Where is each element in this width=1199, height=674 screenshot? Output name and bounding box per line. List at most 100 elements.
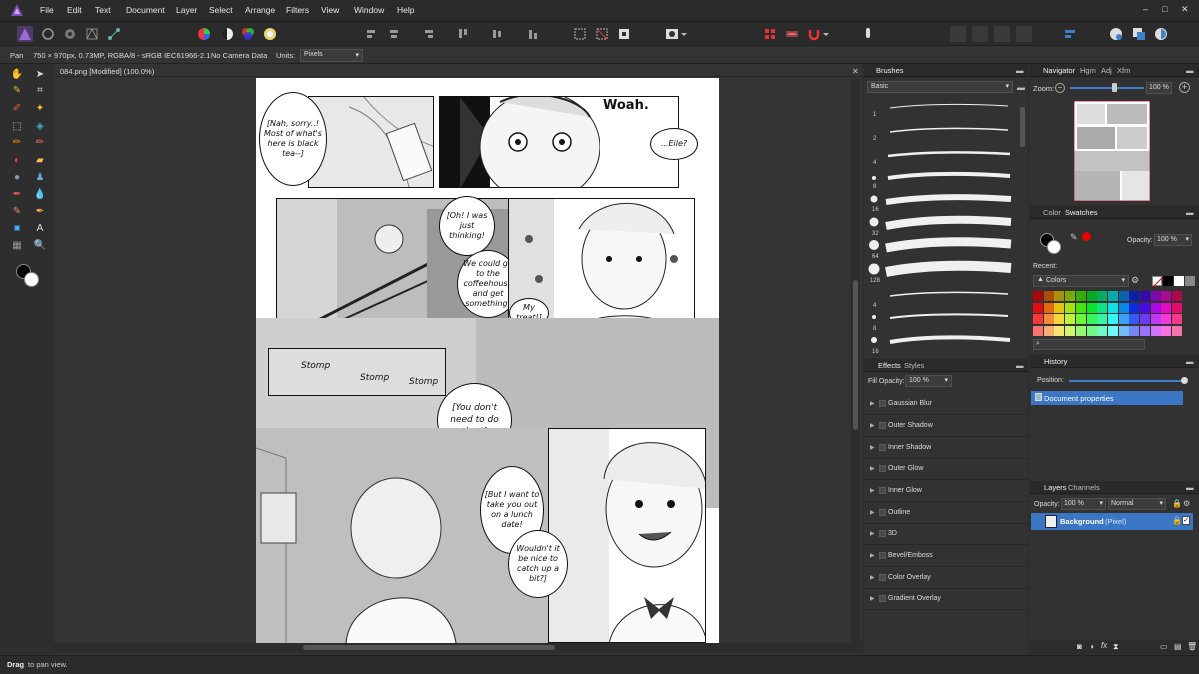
effect-checkbox[interactable] bbox=[879, 487, 886, 494]
effect-row[interactable]: ▶ Inner Shadow bbox=[864, 438, 1028, 459]
effect-row[interactable]: ▶ Bevel/Emboss bbox=[864, 546, 1028, 567]
color-swatch[interactable] bbox=[1097, 325, 1108, 336]
canvas-comic-page[interactable]: [Nah, sorry..! Most of what's here is bl… bbox=[256, 78, 719, 643]
white-swatch[interactable] bbox=[1174, 276, 1184, 286]
color-swatch[interactable] bbox=[1140, 291, 1150, 301]
hand-tool-icon[interactable]: ✋ bbox=[10, 68, 24, 82]
red-eye-tool-icon[interactable]: ✎ bbox=[10, 205, 24, 219]
effect-checkbox[interactable] bbox=[879, 530, 886, 537]
color-swatch[interactable] bbox=[1075, 291, 1086, 301]
snapping-grid-icon[interactable] bbox=[784, 26, 800, 42]
quick-mask-dropdown-icon[interactable] bbox=[680, 26, 688, 42]
align-left-icon[interactable] bbox=[364, 26, 380, 42]
color-swatch[interactable] bbox=[1172, 325, 1183, 336]
tab-color[interactable]: Color bbox=[1043, 208, 1061, 217]
panel-menu-icon[interactable]: ▬ bbox=[1016, 361, 1024, 370]
color-swatch[interactable] bbox=[1043, 325, 1054, 336]
delete-layer-icon[interactable]: 🗑 bbox=[1187, 642, 1197, 651]
color-swatch[interactable] bbox=[1086, 291, 1097, 301]
color-swatch[interactable] bbox=[1075, 325, 1086, 336]
quick-mask-icon[interactable] bbox=[664, 26, 680, 42]
erase-tool-icon[interactable]: ▰ bbox=[33, 154, 47, 168]
color-swatch[interactable] bbox=[1161, 291, 1172, 301]
black-swatch[interactable] bbox=[1163, 276, 1173, 286]
color-swatch[interactable] bbox=[1107, 314, 1118, 324]
eyedropper-icon[interactable]: ✎ bbox=[1070, 232, 1078, 243]
mask-layer-icon[interactable]: ◙ bbox=[1077, 642, 1082, 651]
help-circle-icon[interactable] bbox=[1153, 26, 1169, 42]
panel-menu-icon[interactable]: ▬ bbox=[1017, 83, 1025, 92]
tab-adjustments[interactable]: Adj bbox=[1101, 66, 1112, 75]
history-slider-handle[interactable] bbox=[1181, 377, 1188, 384]
align-top-icon[interactable] bbox=[455, 26, 471, 42]
zoom-tool-icon[interactable]: 🔍 bbox=[33, 239, 47, 253]
brush-category-select[interactable]: Basic ▾ bbox=[867, 81, 1013, 93]
align-bottom-icon[interactable] bbox=[525, 26, 541, 42]
expand-arrow-icon[interactable]: ▶ bbox=[870, 400, 875, 407]
color-swatch[interactable] bbox=[1086, 325, 1097, 336]
palette-select[interactable]: ▲ Colors ▾ bbox=[1033, 275, 1129, 287]
color-swatch[interactable] bbox=[1150, 302, 1161, 313]
pixel-brush-tool-icon[interactable]: ✏ bbox=[33, 136, 47, 150]
color-swatch[interactable] bbox=[1033, 291, 1043, 301]
horizontal-scrollbar-thumb[interactable] bbox=[303, 645, 555, 650]
personas-chat-icon[interactable] bbox=[1108, 26, 1124, 42]
color-swatch[interactable] bbox=[1054, 302, 1065, 313]
smudge-tool-icon[interactable]: 💧 bbox=[33, 188, 47, 202]
history-entry[interactable]: Document properties bbox=[1031, 391, 1183, 405]
text-tool-icon[interactable]: A bbox=[33, 222, 47, 236]
develop-persona-icon[interactable] bbox=[62, 26, 78, 42]
snapping-magnet-icon[interactable] bbox=[806, 26, 822, 42]
color-swatch[interactable] bbox=[1097, 314, 1108, 324]
menu-select[interactable]: Select bbox=[209, 5, 233, 15]
panel-menu-icon[interactable]: ▬ bbox=[1186, 208, 1194, 217]
lock-icon[interactable]: 🔒 bbox=[1172, 499, 1182, 508]
expand-arrow-icon[interactable]: ▶ bbox=[870, 509, 875, 516]
zoom-slider-handle[interactable] bbox=[1112, 83, 1117, 92]
rgb-circles-icon[interactable] bbox=[240, 26, 256, 42]
liquify-persona-icon[interactable] bbox=[40, 26, 56, 42]
effect-row[interactable]: ▶ Outline bbox=[864, 503, 1028, 524]
expand-arrow-icon[interactable]: ▶ bbox=[870, 574, 875, 581]
color-swatch[interactable] bbox=[1140, 302, 1150, 313]
effect-checkbox[interactable] bbox=[879, 509, 886, 516]
effect-checkbox[interactable] bbox=[879, 444, 886, 451]
blend-mode-select[interactable]: Normal ▾ bbox=[1108, 498, 1166, 510]
color-swatch[interactable] bbox=[1129, 314, 1140, 324]
menu-layer[interactable]: Layer bbox=[176, 5, 197, 15]
assistant-icon[interactable] bbox=[860, 26, 876, 42]
color-swatch[interactable] bbox=[1043, 314, 1054, 324]
effect-row[interactable]: ▶ Color Overlay bbox=[864, 568, 1028, 589]
menu-window[interactable]: Window bbox=[354, 5, 384, 15]
color-swatch[interactable] bbox=[1118, 325, 1129, 336]
color-swatch[interactable] bbox=[1107, 325, 1118, 336]
palette-menu-icon[interactable]: ⚙ bbox=[1131, 275, 1139, 286]
snapping-dropdown-icon[interactable] bbox=[822, 26, 830, 42]
layer-opacity-field[interactable]: 100 % ▾ bbox=[1061, 498, 1106, 510]
effect-row[interactable]: ▶ 3D bbox=[864, 524, 1028, 545]
settings-gear-icon[interactable]: ⚙ bbox=[1183, 499, 1190, 508]
expand-arrow-icon[interactable]: ▶ bbox=[870, 444, 875, 451]
crop-tool-icon[interactable]: ⌗ bbox=[33, 84, 47, 98]
fx-icon[interactable]: fx bbox=[1101, 641, 1107, 650]
inpainting-tool-icon[interactable]: ✒ bbox=[10, 188, 24, 202]
move-tool-icon[interactable]: ➤ bbox=[33, 68, 47, 82]
tab-navigator[interactable]: Navigator bbox=[1043, 66, 1075, 75]
menu-file[interactable]: File bbox=[40, 5, 54, 15]
color-swatch[interactable] bbox=[1065, 302, 1076, 313]
expand-arrow-icon[interactable]: ▶ bbox=[870, 487, 875, 494]
close-button[interactable]: ✕ bbox=[1181, 4, 1189, 15]
panel-menu-icon[interactable]: ▬ bbox=[1186, 483, 1194, 492]
secondary-color-swatch[interactable] bbox=[1047, 240, 1061, 254]
color-swatch[interactable] bbox=[1150, 291, 1161, 301]
group-folder-icon[interactable]: ▭ bbox=[1160, 642, 1168, 651]
color-picker-tool-icon[interactable]: ✎ bbox=[10, 84, 24, 98]
layer-row[interactable]: Background (Pixel) 🔒 ✓ bbox=[1031, 513, 1193, 530]
selection-brush-tool-icon[interactable]: ✐ bbox=[10, 102, 24, 116]
color-swatch[interactable] bbox=[1075, 314, 1086, 324]
color-swatch[interactable] bbox=[1129, 325, 1140, 336]
color-swatch[interactable] bbox=[1043, 302, 1054, 313]
color-swatch[interactable] bbox=[1054, 314, 1065, 324]
flood-fill-tool-icon[interactable]: ◈ bbox=[33, 120, 47, 134]
dodge-tool-icon[interactable]: ◐ bbox=[10, 154, 24, 168]
